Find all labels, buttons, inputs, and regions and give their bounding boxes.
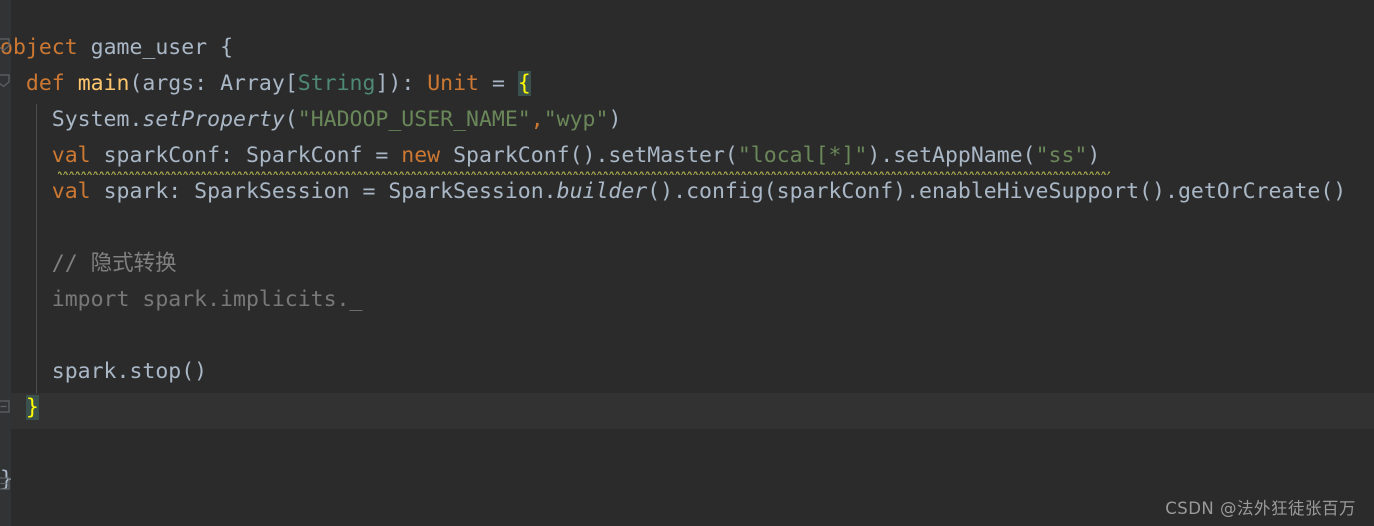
code-token: sparkConf: SparkConf = (90, 143, 402, 168)
code-line[interactable]: val sparkConf: SparkConf = new SparkConf… (0, 138, 1374, 174)
code-token: { (207, 35, 234, 60)
code-token: } (25, 395, 39, 420)
code-token: val (51, 179, 91, 204)
code-token: . (129, 107, 143, 132)
code-token: String (297, 71, 376, 96)
code-token: ]): (375, 71, 428, 96)
code-line[interactable]: spark.stop() (0, 354, 1374, 390)
code-line[interactable] (0, 426, 1374, 462)
fold-marker-def-main[interactable] (0, 74, 10, 87)
code-token: , (530, 107, 544, 132)
fold-marker-close-brace[interactable] (0, 400, 10, 413)
code-token: import spark.implicits._ (51, 287, 363, 312)
code-token: ) (608, 107, 622, 132)
code-line[interactable]: } (0, 390, 1374, 426)
code-token: def (25, 71, 65, 96)
code-line[interactable]: // 隐式转换 (0, 246, 1374, 282)
code-token: main (77, 71, 130, 96)
code-token: builder (556, 179, 648, 204)
code-editor[interactable]: object game_user { def main(args: Array[… (0, 0, 1374, 526)
code-token: setProperty (142, 107, 285, 132)
code-token: [ (284, 71, 298, 96)
code-token: spark.stop() (51, 359, 208, 384)
code-line[interactable]: import spark.implicits._ (0, 282, 1374, 318)
code-token: SparkConf().setMaster( (440, 143, 738, 168)
code-token: game_user (90, 35, 208, 60)
code-token: System (51, 107, 130, 132)
code-token: spark: SparkSession = SparkSession. (90, 179, 557, 204)
code-token: Unit (427, 71, 479, 96)
code-token: (args: (129, 71, 221, 96)
code-token: "ss" (1035, 143, 1088, 168)
csdn-watermark: CSDN @法外狂徒张百万 (1165, 499, 1356, 518)
code-token: ) (1087, 143, 1101, 168)
code-token: ).setAppName( (867, 143, 1036, 168)
code-token: // 隐式转换 (51, 251, 177, 276)
code-line[interactable] (0, 210, 1374, 246)
code-line[interactable]: System.setProperty("HADOOP_USER_NAME","w… (0, 102, 1374, 138)
code-token: ().config(sparkConf).enableHiveSupport()… (647, 179, 1347, 204)
code-token: object (0, 35, 78, 60)
code-token: "local[*]" (737, 143, 868, 168)
code-token: "wyp" (543, 107, 609, 132)
code-line[interactable]: def main(args: Array[String]): Unit = { (0, 66, 1374, 102)
code-token: "HADOOP_USER_NAME" (297, 107, 531, 132)
code-token: ( (284, 107, 298, 132)
fold-marker-file-end[interactable] (0, 477, 10, 490)
fold-marker-object[interactable] (0, 38, 10, 51)
code-token: = (479, 71, 518, 96)
code-line[interactable]: } (0, 462, 1374, 498)
code-line[interactable]: val spark: SparkSession = SparkSession.b… (0, 174, 1374, 210)
code-token: { (517, 71, 531, 96)
code-line[interactable] (0, 318, 1374, 354)
code-line[interactable]: object game_user { (0, 30, 1374, 66)
code-token: Array (220, 71, 285, 96)
code-token: val (51, 143, 91, 168)
code-text-layer[interactable]: object game_user { def main(args: Array[… (0, 0, 1374, 526)
code-token: new (401, 143, 441, 168)
